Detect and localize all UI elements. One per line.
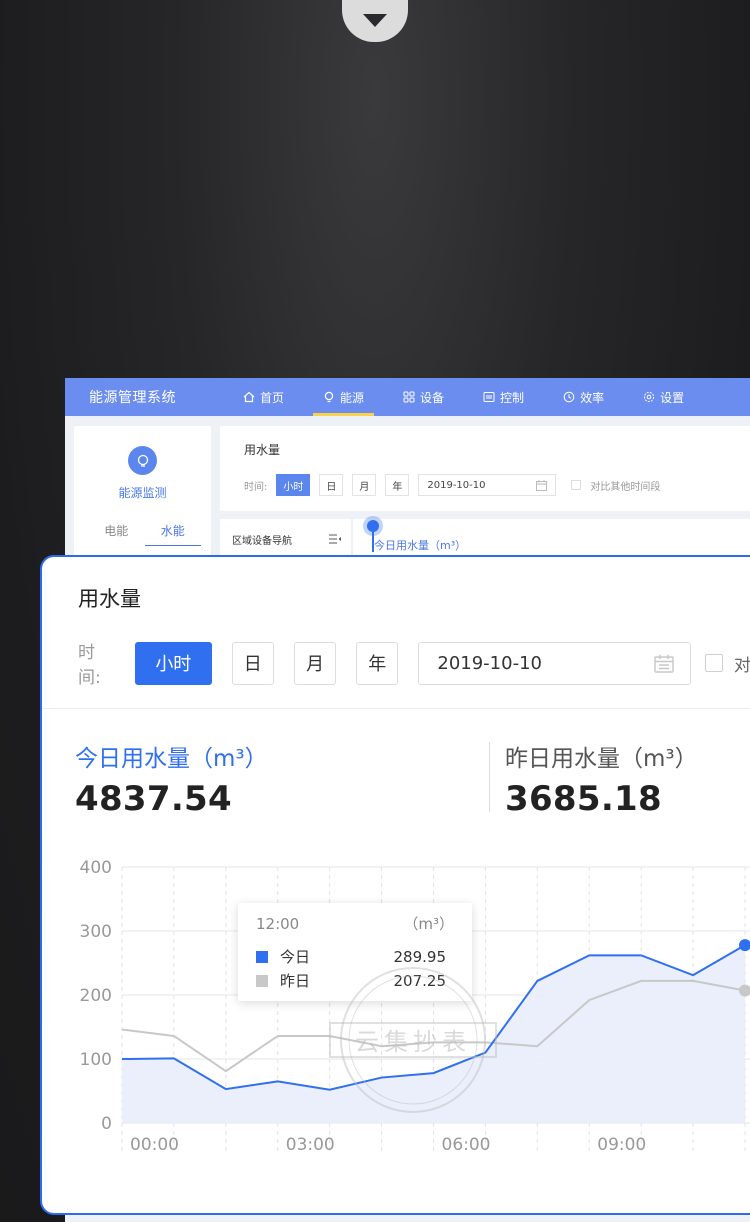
compare-label: 对比 [733,655,750,676]
grid-icon [403,391,415,403]
sidebar-panel: 能源监测 电能 水能 [74,426,211,566]
legend-swatch-today [256,950,268,963]
month-button[interactable]: 月 [293,641,337,685]
day-button[interactable]: 日 [231,641,274,685]
yesterday-usage-value: 3685.18 [505,779,662,819]
today-usage-stat: 今日用水量（m³） 4837.54 [75,739,268,819]
water-usage-card: 用水量 时间: 小时 日 月 年 2019-10-10 对比 今日用水量（m³）… [40,555,750,1215]
y-tick-label: 0 [101,1114,112,1134]
nav-label: 能源 [340,390,365,405]
home-icon [243,391,255,403]
location-pin-icon [363,516,383,552]
compare-checkbox[interactable] [571,480,582,490]
time-label: 时间: [78,643,101,688]
top-nav: 能源管理系统 首页 能源 设备 控制 效率 设置 [65,378,750,416]
tab-water[interactable]: 水能 [144,522,201,546]
date-picker[interactable]: 2019-10-10 [418,474,557,496]
hour-button[interactable]: 小时 [135,641,212,685]
date-picker[interactable]: 2019-10-10 [418,641,691,685]
nav-label: 设置 [660,390,685,405]
collapse-tab[interactable] [342,0,408,42]
legend-swatch-yesterday [256,974,268,987]
tooltip-series-name: 今日 [280,948,311,966]
nav-item-device[interactable]: 设备 [393,378,454,416]
region-nav[interactable]: 区域设备导航 [220,519,351,559]
sidebar-tabs: 电能 水能 [88,522,201,546]
tooltip-row-yesterday: 昨日 207.25 [256,970,446,991]
y-tick-label: 200 [80,986,112,1006]
date-value: 2019-10-10 [437,652,542,674]
tooltip-unit: （m³） [403,915,454,933]
today-usage-label: 今日用水量（m³） [75,746,268,772]
panel-title: 用水量 [244,443,281,457]
day-button[interactable]: 日 [319,474,344,496]
yesterday-usage-stat: 昨日用水量（m³） 3685.18 [505,739,698,819]
x-tick-label: 00:00 [130,1135,179,1155]
today-usage-label: 今日用水量（m³） [374,539,467,552]
calendar-icon [654,654,674,673]
nav-item-control[interactable]: 控制 [473,378,534,416]
calendar-icon [536,479,548,491]
y-tick-label: 400 [80,858,112,878]
tab-electric[interactable]: 电能 [88,522,145,546]
nav-item-home[interactable]: 首页 [233,378,294,416]
compare-option[interactable]: 对比 [704,651,750,676]
compare-checkbox[interactable] [704,654,723,672]
data-panel: 今日用水量（m³） [353,519,750,559]
filter-panel: 用水量 时间: 小时 日 月 年 2019-10-10 对比其他时间段 [220,426,750,511]
bulb-icon [324,391,334,403]
x-tick-label: 03:00 [286,1135,335,1155]
year-button[interactable]: 年 [385,474,410,496]
usage-chart: 0 100 200 300 400 00:00 03:00 06:00 09:00 [80,858,750,1155]
tooltip-time: 12:00 [256,915,300,933]
nav-item-efficiency[interactable]: 效率 [553,378,614,416]
divider [42,708,750,709]
brand-title: 能源管理系统 [89,390,176,406]
tooltip-series-name: 昨日 [280,972,311,990]
today-usage-value: 4837.54 [75,779,232,819]
yesterday-usage-label: 昨日用水量（m³） [505,746,698,772]
hour-button[interactable]: 小时 [276,474,311,496]
bulb-icon [128,446,157,475]
nav-label: 控制 [500,390,525,405]
tooltip-series-value: 289.95 [393,947,447,966]
nav-label: 首页 [260,390,285,405]
collapse-menu-icon[interactable] [329,534,341,544]
date-value: 2019-10-10 [427,479,486,491]
tooltip-series-value: 207.25 [393,971,447,990]
time-label: 时间: [244,481,268,493]
nav-item-settings[interactable]: 设置 [633,378,694,416]
year-button[interactable]: 年 [356,641,399,685]
nav-label: 设备 [420,390,445,405]
y-tick-label: 300 [80,922,112,942]
chevron-down-icon [363,14,387,27]
gear-icon [643,391,655,403]
month-button[interactable]: 月 [352,474,377,496]
stat-divider [489,742,490,812]
x-tick-label: 09:00 [597,1135,646,1155]
y-tick-label: 100 [80,1050,112,1070]
chart-tooltip: 12:00 （m³） 今日 289.95 昨日 207.25 [238,903,472,1001]
time-filter-row: 时间: 小时 日 月 年 2019-10-10 对比 [78,641,750,688]
region-nav-label: 区域设备导航 [232,535,292,547]
nav-label: 效率 [580,390,605,405]
filter-row: 时间: 小时 日 月 年 2019-10-10 对比其他时间段 [244,474,660,496]
clock-icon [563,391,575,403]
compare-label: 对比其他时间段 [590,481,661,493]
sidebar-title: 能源监测 [118,486,167,500]
x-tick-label: 06:00 [442,1135,491,1155]
nav-item-energy[interactable]: 能源 [313,378,375,416]
card-title: 用水量 [78,587,141,611]
tooltip-row-today: 今日 289.95 [256,946,446,967]
monitor-icon [483,392,495,402]
